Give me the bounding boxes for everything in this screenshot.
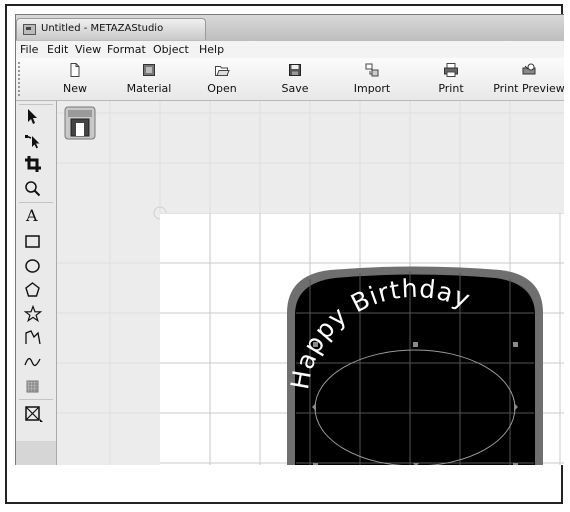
text-tool[interactable]: A [16,206,56,230]
open-button[interactable]: Open [202,60,242,98]
menu-format[interactable]: Format [107,43,146,56]
polygon-icon [25,282,40,297]
material-button[interactable]: Material [121,60,177,98]
new-button[interactable]: New [56,60,94,98]
menu-object[interactable]: Object [153,43,189,56]
open-folder-icon [215,66,230,76]
save-label: Save [281,82,309,95]
new-label: New [63,82,87,95]
material-label: Material [126,82,172,95]
window-title: Untitled - METAZAStudio [41,23,164,34]
printer-icon [444,63,458,77]
text-tool-icon: A [26,206,38,225]
menu-view[interactable]: View [75,43,101,56]
rectangle-icon [25,235,40,248]
print-preview-button[interactable]: Print Preview [493,60,564,98]
star-tool[interactable] [16,303,56,327]
image-frame-icon [25,406,43,422]
print-preview-label: Print Preview [493,82,564,95]
drawing-tools-panel: A [16,101,57,465]
material-preview-icon[interactable] [64,106,96,140]
window-title-tab[interactable]: Untitled - METAZAStudio [16,18,206,40]
zoom-tool[interactable] [16,178,56,202]
node-select-tool[interactable] [16,130,56,154]
title-bar: Untitled - METAZAStudio [16,15,564,41]
select-arrow-icon [28,109,37,124]
pattern-tool[interactable] [16,376,56,400]
design-canvas[interactable]: Happy Birthday [160,212,564,465]
print-preview-icon [522,63,536,75]
main-toolbar: New Material Open Save Import Print Prin… [16,58,564,101]
new-document-icon [70,63,80,77]
menu-file[interactable]: File [20,43,38,56]
fill-pattern-icon [26,380,39,393]
toolbar-grip[interactable] [18,62,22,96]
crop-tool[interactable] [16,153,56,177]
rectangle-tool[interactable] [16,231,56,255]
polyline-icon [25,330,41,345]
image-frame-tool[interactable] [16,403,56,427]
node-select-icon [25,135,40,149]
crop-icon [25,156,41,172]
select-tool[interactable] [16,106,56,130]
save-disk-icon [289,64,301,76]
open-label: Open [207,82,237,95]
menu-edit[interactable]: Edit [47,43,68,56]
ellipse-icon [25,259,40,273]
star-icon [24,305,42,323]
app-window: Untitled - METAZAStudio File Edit View F… [15,14,564,465]
menu-help[interactable]: Help [199,43,224,56]
polyline-tool[interactable] [16,327,56,351]
freehand-tool[interactable] [16,351,56,375]
canvas-workspace[interactable]: Happy Birthday [57,101,564,465]
print-button[interactable]: Print [434,60,468,98]
save-button[interactable]: Save [277,60,313,98]
freehand-icon [24,357,41,367]
print-label: Print [438,82,464,95]
menu-bar: File Edit View Format Object Help [16,41,564,59]
panel-footer [16,441,56,465]
polygon-tool[interactable] [16,279,56,303]
import-label: Import [353,82,391,95]
import-button[interactable]: Import [344,60,400,98]
design-page[interactable]: Happy Birthday [160,212,564,465]
zoom-icon [25,181,41,197]
ellipse-tool[interactable] [16,255,56,279]
import-icon [365,63,379,77]
material-icon [143,64,155,76]
app-icon [23,24,36,35]
